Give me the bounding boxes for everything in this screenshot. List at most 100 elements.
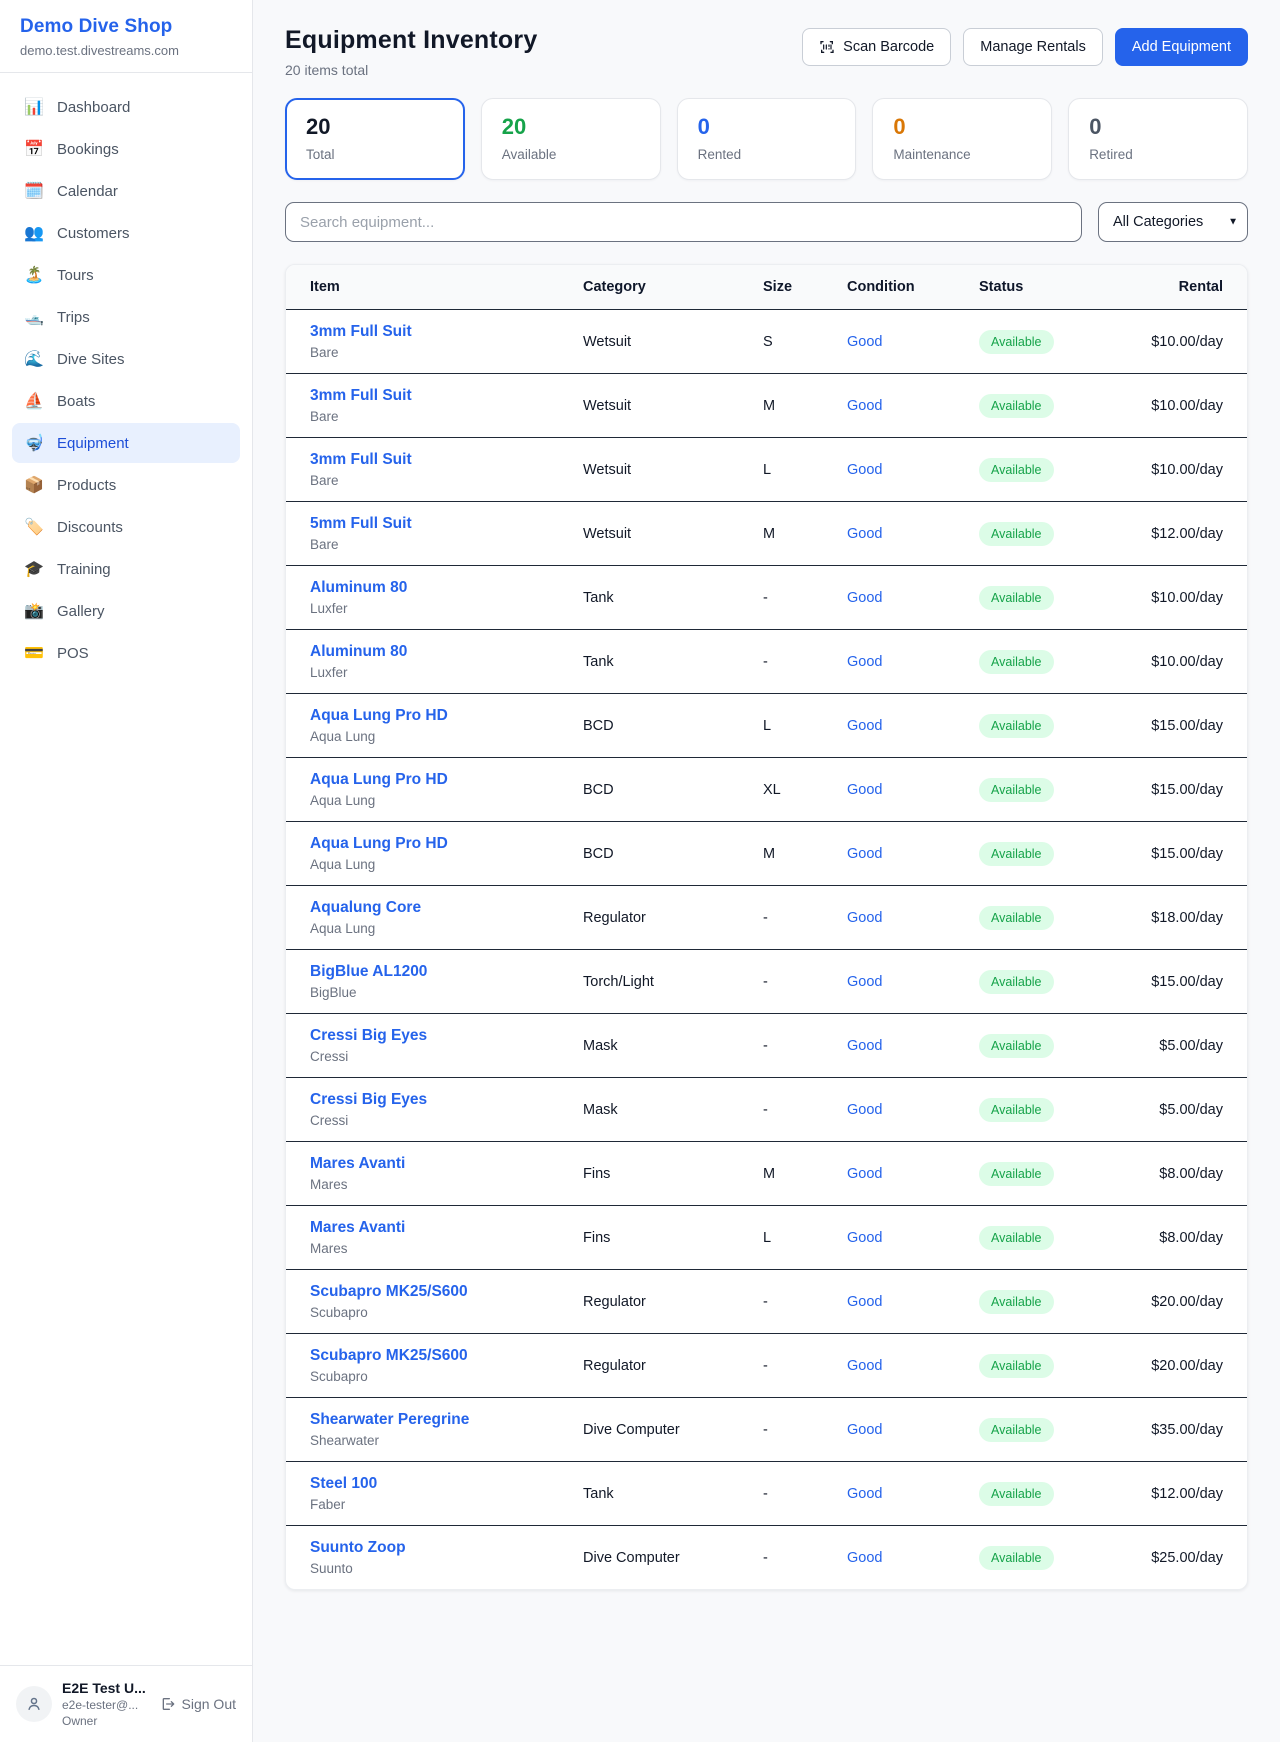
table-header-row: ItemCategorySizeConditionStatusRental — [286, 265, 1247, 310]
item-name-link[interactable]: Aqualung Core — [310, 899, 583, 917]
condition-link[interactable]: Good — [847, 1486, 882, 1502]
sidebar-item-dashboard[interactable]: 📊Dashboard — [12, 87, 240, 127]
sidebar-item-tours[interactable]: 🏝️Tours — [12, 255, 240, 295]
condition-link[interactable]: Good — [847, 782, 882, 798]
stat-card-retired[interactable]: 0 Retired — [1068, 98, 1248, 180]
condition-link[interactable]: Good — [847, 1422, 882, 1438]
page-title: Equipment Inventory — [285, 26, 537, 55]
condition-cell: Good — [847, 973, 979, 991]
item-name-link[interactable]: 5mm Full Suit — [310, 515, 583, 533]
category-select[interactable]: All Categories — [1098, 202, 1248, 242]
stat-card-available[interactable]: 20Available — [481, 98, 661, 180]
condition-link[interactable]: Good — [847, 398, 882, 414]
customers-icon: 👥 — [24, 223, 44, 243]
condition-link[interactable]: Good — [847, 910, 882, 926]
rental-cell: $5.00/day — [1119, 1101, 1223, 1119]
item-brand: Aqua Lung — [310, 857, 583, 872]
sidebar-item-label: Equipment — [57, 435, 129, 452]
calendar-icon: 🗓️ — [24, 181, 44, 201]
sidebar-item-dive-sites[interactable]: 🌊Dive Sites — [12, 339, 240, 379]
item-cell: Cressi Big EyesCressi — [310, 1027, 583, 1064]
stat-label: Retired — [1089, 147, 1227, 162]
training-icon: 🎓 — [24, 559, 44, 579]
category-cell: BCD — [583, 718, 763, 734]
item-name-link[interactable]: Aluminum 80 — [310, 643, 583, 661]
status-badge: Available — [979, 1546, 1054, 1570]
item-name-link[interactable]: Mares Avanti — [310, 1155, 583, 1173]
stat-card-total[interactable]: 20Total — [285, 98, 465, 180]
sidebar-item-discounts[interactable]: 🏷️Discounts — [12, 507, 240, 547]
condition-link[interactable]: Good — [847, 1550, 882, 1566]
sidebar-item-boats[interactable]: ⛵Boats — [12, 381, 240, 421]
item-name-link[interactable]: Cressi Big Eyes — [310, 1027, 583, 1045]
sidebar-item-customers[interactable]: 👥Customers — [12, 213, 240, 253]
condition-link[interactable]: Good — [847, 974, 882, 990]
item-name-link[interactable]: Aqua Lung Pro HD — [310, 771, 583, 789]
search-input[interactable] — [285, 202, 1082, 242]
condition-link[interactable]: Good — [847, 1102, 882, 1118]
sidebar-item-equipment[interactable]: 🤿Equipment — [12, 423, 240, 463]
discounts-icon: 🏷️ — [24, 517, 44, 537]
manage-rentals-button[interactable]: Manage Rentals — [963, 28, 1103, 66]
condition-link[interactable]: Good — [847, 1294, 882, 1310]
item-name-link[interactable]: Steel 100 — [310, 1475, 583, 1493]
item-name-link[interactable]: Cressi Big Eyes — [310, 1091, 583, 1109]
item-name-link[interactable]: 3mm Full Suit — [310, 451, 583, 469]
item-name-link[interactable]: Mares Avanti — [310, 1219, 583, 1237]
sidebar-item-label: Tours — [57, 267, 94, 284]
barcode-scan-icon — [819, 39, 835, 55]
rental-price: $10.00/day — [1151, 462, 1223, 478]
item-name-link[interactable]: Suunto Zoop — [310, 1539, 583, 1557]
size-cell: - — [763, 1294, 847, 1310]
item-cell: Scubapro MK25/S600Scubapro — [310, 1347, 583, 1384]
sidebar-item-bookings[interactable]: 📅Bookings — [12, 129, 240, 169]
sidebar-item-trips[interactable]: 🛥️Trips — [12, 297, 240, 337]
item-name-link[interactable]: BigBlue AL1200 — [310, 963, 583, 981]
rental-price: $5.00/day — [1159, 1038, 1223, 1054]
condition-cell: Good — [847, 717, 979, 735]
condition-link[interactable]: Good — [847, 1038, 882, 1054]
condition-link[interactable]: Good — [847, 334, 882, 350]
scan-barcode-button[interactable]: Scan Barcode — [802, 28, 951, 66]
add-equipment-button[interactable]: Add Equipment — [1115, 28, 1248, 66]
brand-title[interactable]: Demo Dive Shop — [20, 16, 232, 38]
condition-link[interactable]: Good — [847, 846, 882, 862]
condition-link[interactable]: Good — [847, 718, 882, 734]
item-brand: Aqua Lung — [310, 921, 583, 936]
manage-rentals-label: Manage Rentals — [980, 39, 1086, 55]
item-name-link[interactable]: 3mm Full Suit — [310, 387, 583, 405]
size-cell: - — [763, 1486, 847, 1502]
item-name-link[interactable]: Scubapro MK25/S600 — [310, 1283, 583, 1301]
item-name-link[interactable]: Scubapro MK25/S600 — [310, 1347, 583, 1365]
condition-cell: Good — [847, 653, 979, 671]
item-name-link[interactable]: 3mm Full Suit — [310, 323, 583, 341]
condition-link[interactable]: Good — [847, 590, 882, 606]
condition-link[interactable]: Good — [847, 654, 882, 670]
item-name-link[interactable]: Aluminum 80 — [310, 579, 583, 597]
sidebar-item-gallery[interactable]: 📸Gallery — [12, 591, 240, 631]
stat-value: 0 — [1089, 114, 1227, 140]
sign-out-button[interactable]: Sign Out — [160, 1696, 236, 1712]
sidebar-item-products[interactable]: 📦Products — [12, 465, 240, 505]
condition-link[interactable]: Good — [847, 1358, 882, 1374]
table-row: Aqua Lung Pro HDAqua LungBCDLGoodAvailab… — [286, 694, 1247, 758]
stat-card-rented[interactable]: 0Rented — [677, 98, 857, 180]
stat-card-maintenance[interactable]: 0Maintenance — [872, 98, 1052, 180]
status-badge: Available — [979, 586, 1054, 610]
item-name-link[interactable]: Aqua Lung Pro HD — [310, 835, 583, 853]
sidebar-item-training[interactable]: 🎓Training — [12, 549, 240, 589]
condition-link[interactable]: Good — [847, 1230, 882, 1246]
item-name-link[interactable]: Aqua Lung Pro HD — [310, 707, 583, 725]
sidebar-item-calendar[interactable]: 🗓️Calendar — [12, 171, 240, 211]
item-cell: Mares AvantiMares — [310, 1155, 583, 1192]
item-name-link[interactable]: Shearwater Peregrine — [310, 1411, 583, 1429]
condition-link[interactable]: Good — [847, 1166, 882, 1182]
boats-icon: ⛵ — [24, 391, 44, 411]
condition-link[interactable]: Good — [847, 526, 882, 542]
brand-domain: demo.test.divestreams.com — [20, 43, 232, 58]
rental-cell: $15.00/day — [1119, 973, 1223, 991]
user-email: e2e-tester@... — [62, 1698, 150, 1712]
condition-link[interactable]: Good — [847, 462, 882, 478]
sidebar-item-pos[interactable]: 💳POS — [12, 633, 240, 673]
rental-price: $15.00/day — [1151, 846, 1223, 862]
